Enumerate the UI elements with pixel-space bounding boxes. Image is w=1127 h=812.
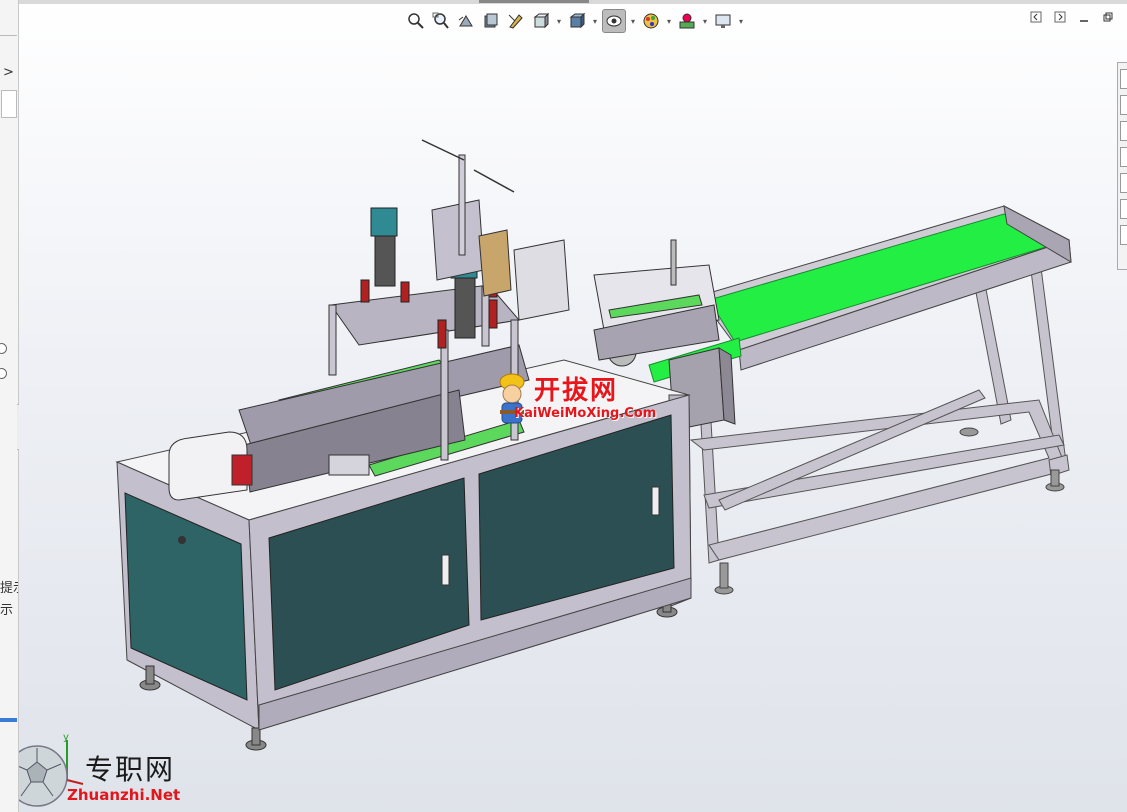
option-radio-1[interactable] — [0, 343, 7, 354]
task-pane-tab-2[interactable] — [1120, 95, 1127, 115]
dynamic-annotation-icon[interactable] — [505, 10, 527, 32]
task-pane-tab-3[interactable] — [1120, 121, 1127, 141]
option-radio-2[interactable] — [0, 368, 7, 379]
previous-pane-icon[interactable] — [1029, 10, 1043, 24]
watermark-url-2: Zhuanzhi.Net — [67, 786, 181, 804]
watermark-cn-title: 开拔网 — [534, 376, 619, 406]
conveyor-assembly[interactable] — [648, 205, 1072, 595]
viewport-window-controls — [1029, 10, 1115, 24]
panel-field[interactable] — [1, 90, 17, 118]
task-pane-tab-1[interactable] — [1120, 69, 1127, 89]
zoom-to-area-icon[interactable] — [430, 10, 452, 32]
previous-view-icon[interactable] — [455, 10, 477, 32]
view-orientation-dropdown-icon[interactable]: ▾ — [555, 17, 563, 26]
section-view-icon[interactable] — [480, 10, 502, 32]
view-orientation-icon[interactable] — [530, 10, 552, 32]
feature-manager-panel: > 提示 示 — [0, 0, 30, 812]
display-style-dropdown-icon[interactable]: ▾ — [591, 17, 599, 26]
soccer-ball-logo-icon — [19, 745, 68, 807]
hide-show-dropdown-icon[interactable]: ▾ — [629, 17, 637, 26]
edit-appearance-icon[interactable] — [640, 10, 662, 32]
mascot-icon — [499, 373, 525, 424]
task-pane-tab-4[interactable] — [1120, 147, 1127, 167]
task-pane-tabs — [1117, 62, 1127, 270]
watermark-url: KaiWeiMoXing.Com — [514, 406, 657, 421]
zoom-to-fit-icon[interactable] — [405, 10, 427, 32]
truncated-text-line-2: 示 — [0, 603, 14, 618]
hide-show-icon[interactable] — [602, 9, 626, 33]
restore-icon[interactable] — [1101, 10, 1115, 24]
truncated-panel-text: 提示 示 — [0, 578, 18, 622]
watermark-kaiba: 开拔网 KaiWeiMoXing.Com — [494, 370, 694, 440]
expand-panel-button[interactable]: > — [0, 62, 17, 84]
truncated-text-line-1: 提示 — [0, 581, 18, 596]
task-pane-tab-7[interactable] — [1120, 225, 1127, 245]
scroll-indicator — [0, 718, 17, 722]
graphics-area[interactable]: ▾ ▾ ▾ ▾ ▾ ▾ 开拔网 KaiWeiMoXing.Com y 专职网 Z… — [19, 0, 1127, 812]
panel-divider — [0, 35, 17, 36]
view-settings-icon[interactable] — [712, 10, 734, 32]
task-pane-tab-5[interactable] — [1120, 173, 1127, 193]
next-pane-icon[interactable] — [1053, 10, 1067, 24]
view-settings-dropdown-icon[interactable]: ▾ — [737, 17, 745, 26]
watermark-cn-title-2: 专职网 — [85, 753, 176, 786]
display-style-icon[interactable] — [566, 10, 588, 32]
apply-scene-icon[interactable] — [676, 10, 698, 32]
heads-up-view-toolbar: ▾ ▾ ▾ ▾ ▾ ▾ — [405, 8, 745, 34]
apply-scene-dropdown-icon[interactable]: ▾ — [701, 17, 709, 26]
task-pane-tab-6[interactable] — [1120, 199, 1127, 219]
edit-appearance-dropdown-icon[interactable]: ▾ — [665, 17, 673, 26]
watermark-zhuanzhi: 专职网 Zhuanzhi.Net — [19, 730, 219, 812]
minimize-icon[interactable] — [1077, 10, 1091, 24]
